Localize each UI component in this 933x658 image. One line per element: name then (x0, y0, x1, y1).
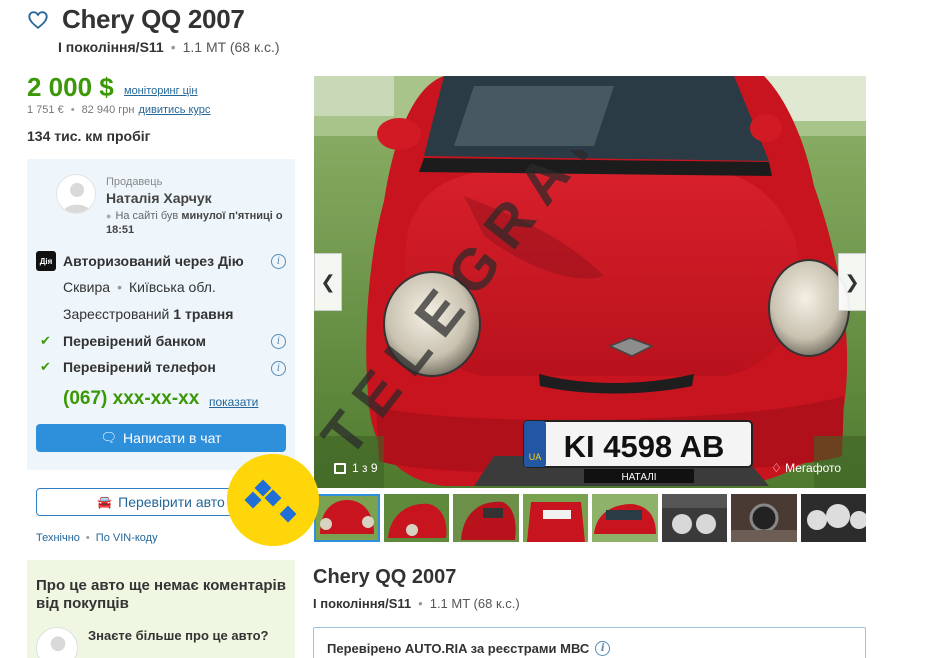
seller-city: Сквира (63, 279, 111, 295)
seller-region: Київська обл. (128, 279, 216, 295)
separator-dot: • (418, 596, 423, 611)
registered-row: Зареєстрований 1 травня (63, 306, 234, 322)
diia-icon: Дія (36, 251, 56, 271)
seller-role: Продавець (106, 176, 163, 188)
price-alternates: 1 751 € • 82 940 грн дивитись курс (27, 104, 210, 116)
comments-question: Знаєте більше про це авто? (88, 628, 269, 643)
next-photo-button[interactable]: ❯ (838, 253, 866, 311)
vin-check-link[interactable]: По VIN-коду (96, 532, 158, 544)
thumbnail[interactable] (314, 494, 380, 542)
thumbnail-strip (314, 494, 866, 542)
chevron-left-icon: ❮ (320, 271, 336, 292)
telegraf-logo-badge (227, 454, 319, 546)
price-monitoring-link[interactable]: моніторинг цін (124, 85, 197, 97)
chevron-right-icon: ❯ (844, 271, 860, 292)
photo-counter: 1 з 9 (334, 461, 378, 475)
diia-row: Дія Авторизований через Дію (36, 251, 244, 271)
check-options: Технічно • По VIN-коду (36, 532, 158, 544)
info-icon[interactable]: i (271, 361, 286, 376)
car-photo: UA KI 4598 AB НАТАЛІ (314, 76, 866, 488)
phone-verified-row: ✔ Перевірений телефон (36, 357, 216, 377)
phone-verified-label: Перевірений телефон (63, 359, 216, 375)
separator-dot: • (117, 279, 122, 295)
chat-button[interactable]: 🗨 Написати в чат (36, 424, 286, 452)
thumbnail[interactable] (592, 494, 658, 542)
check-icon: ✔ (40, 359, 51, 374)
generation: I покоління/S11 (58, 39, 164, 55)
price-uah: 82 940 грн (81, 104, 135, 116)
online-dot-icon: ● (106, 211, 112, 221)
comments-title: Про це авто ще немає коментарів від поку… (36, 577, 286, 612)
thumbnail[interactable] (661, 494, 727, 542)
gallery-icon (334, 462, 346, 474)
separator-dot: • (170, 39, 176, 55)
show-phone-link[interactable]: показати (209, 395, 258, 409)
thumbnail[interactable] (731, 494, 797, 542)
seller-phone: (067) ххх-хх-хх (63, 388, 200, 409)
bank-verified-row: ✔ Перевірений банком (36, 331, 206, 351)
info-icon[interactable]: i (271, 254, 286, 269)
listing-subtitle: I покоління/S11 • 1.1 MT (68 к.с.) (313, 596, 520, 611)
telegraf-logo-icon (227, 454, 319, 546)
separator-dot: • (70, 104, 75, 116)
thumbnail[interactable] (453, 494, 519, 542)
exchange-rate-link[interactable]: дивитись курс (138, 104, 210, 116)
price: 2 000 $ (27, 72, 114, 102)
page-title: Chery QQ 2007 (62, 4, 245, 34)
engine: 1.1 MT (68 к.с.) (182, 39, 280, 55)
car-check-icon: 🚘 (97, 495, 113, 509)
user-placeholder-icon (50, 636, 66, 652)
info-icon[interactable]: i (595, 641, 611, 656)
verified-label: Перевірено AUTO.RIA за реєстрами МВС i (327, 641, 611, 656)
price-eur: 1 751 € (27, 104, 64, 116)
listing-title: Chery QQ 2007 (313, 566, 457, 588)
mileage: 134 тис. км пробіг (27, 128, 151, 144)
heart-icon[interactable] (27, 9, 49, 31)
diia-label: Авторизований через Дію (63, 253, 244, 269)
user-placeholder-icon (63, 183, 91, 213)
seller-last-seen: ● На сайті був минулої п'ятниці о 18:51 (106, 210, 283, 236)
diamond-icon: ♢ (771, 461, 782, 475)
engine: 1.1 MT (68 к.с.) (429, 596, 520, 611)
thumbnail[interactable] (522, 494, 588, 542)
thumbnail[interactable] (800, 494, 866, 542)
license-plate: KI 4598 AB (564, 429, 725, 464)
separator-dot: • (85, 532, 90, 544)
seller-location: Сквира • Київська обл. (63, 277, 216, 297)
thumbnail[interactable] (383, 494, 449, 542)
seller-name: Наталія Харчук (106, 190, 212, 206)
plate-frame-text: НАТАЛІ (621, 472, 656, 483)
seller-avatar (56, 174, 96, 214)
chat-icon: 🗨 (100, 430, 118, 445)
check-icon: ✔ (40, 333, 51, 348)
megaphoto-link[interactable]: ♢ Мегафото (771, 461, 841, 475)
main-photo[interactable]: UA KI 4598 AB НАТАЛІ (314, 76, 866, 488)
plate-country: UA (529, 452, 542, 462)
info-icon[interactable]: i (271, 334, 286, 349)
car-subtitle: I покоління/S11 • 1.1 MT (68 к.с.) (58, 39, 280, 55)
generation: I покоління/S11 (313, 596, 412, 611)
bank-verified-label: Перевірений банком (63, 333, 207, 349)
technical-check-link[interactable]: Технічно (36, 532, 80, 544)
prev-photo-button[interactable]: ❮ (314, 253, 342, 311)
